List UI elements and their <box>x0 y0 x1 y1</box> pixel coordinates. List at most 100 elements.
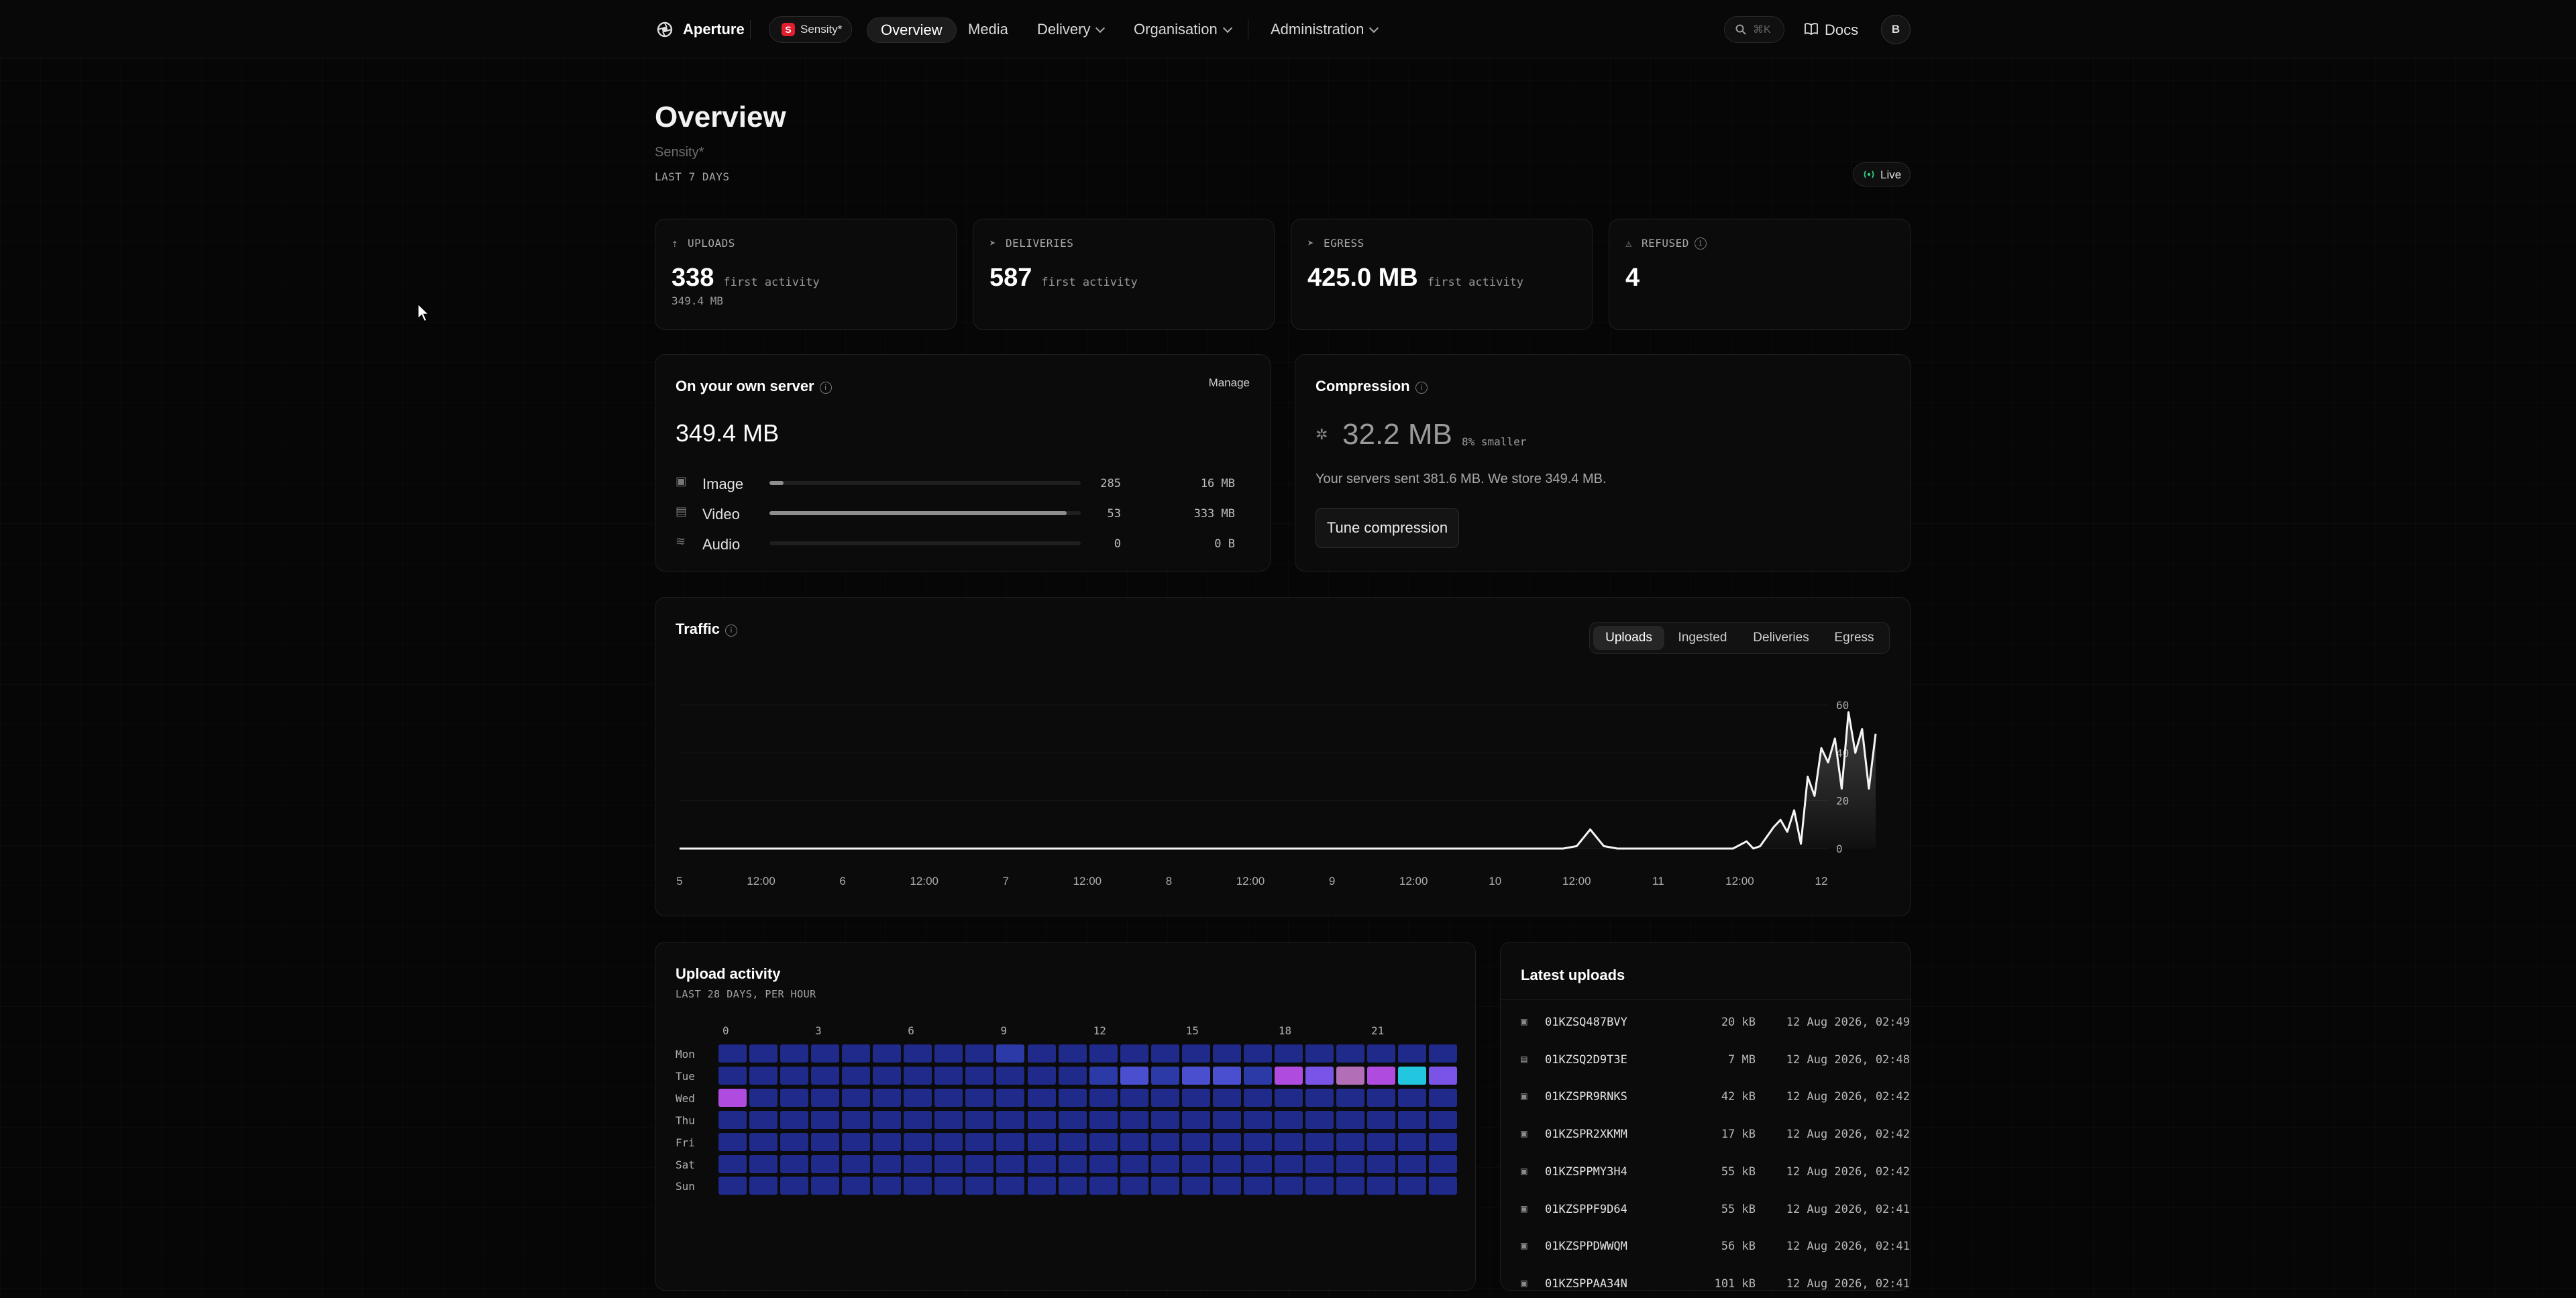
heatmap-cell[interactable] <box>780 1044 809 1063</box>
heatmap-cell[interactable] <box>1027 1066 1056 1085</box>
heatmap-cell[interactable] <box>749 1154 778 1173</box>
heatmap-cell[interactable] <box>873 1154 902 1173</box>
heatmap-cell[interactable] <box>1120 1110 1148 1129</box>
upload-row[interactable]: ▣ 01KZSPPMY3H4 55 kB 12 Aug 2026, 02:42 <box>1521 1159 1910 1186</box>
heatmap-cell[interactable] <box>1089 1132 1118 1151</box>
heatmap-cell[interactable] <box>1027 1110 1056 1129</box>
heatmap-cell[interactable] <box>780 1066 809 1085</box>
heatmap-cell[interactable] <box>811 1177 840 1195</box>
heatmap-cell[interactable] <box>1058 1066 1087 1085</box>
heatmap-cell[interactable] <box>1398 1044 1427 1063</box>
heatmap-cell[interactable] <box>965 1066 994 1085</box>
heatmap-cell[interactable] <box>1398 1132 1427 1151</box>
heatmap-cell[interactable] <box>996 1154 1025 1173</box>
heatmap-cell[interactable] <box>1027 1088 1056 1107</box>
heatmap-cell[interactable] <box>842 1132 871 1151</box>
heatmap-cell[interactable] <box>904 1044 932 1063</box>
media-row-image[interactable]: ▣ Image 285 16 MB <box>676 472 1235 496</box>
heatmap-cell[interactable] <box>904 1066 932 1085</box>
heatmap-cell[interactable] <box>1274 1132 1303 1151</box>
heatmap-cell[interactable] <box>965 1154 994 1173</box>
heatmap-cell[interactable] <box>1212 1132 1241 1151</box>
upload-row[interactable]: ▣ 01KZSPR9RNKS 42 kB 12 Aug 2026, 02:42 <box>1521 1084 1910 1111</box>
heatmap-cell[interactable] <box>749 1177 778 1195</box>
heatmap-cell[interactable] <box>873 1088 902 1107</box>
nav-overview[interactable]: Overview <box>867 17 957 43</box>
heatmap-cell[interactable] <box>1243 1066 1272 1085</box>
heatmap-cell[interactable] <box>1181 1066 1210 1085</box>
heatmap-cell[interactable] <box>996 1066 1025 1085</box>
heatmap-cell[interactable] <box>1150 1088 1179 1107</box>
heatmap-cell[interactable] <box>1212 1110 1241 1129</box>
nav-organisation[interactable]: Organisation <box>1134 17 1232 42</box>
heatmap-cell[interactable] <box>1181 1110 1210 1129</box>
upload-row[interactable]: ▤ 01KZSQ2D9T3E 7 MB 12 Aug 2026, 02:48 <box>1521 1047 1910 1074</box>
heatmap-cell[interactable] <box>1274 1088 1303 1107</box>
heatmap-cell[interactable] <box>1429 1044 1458 1063</box>
heatmap-cell[interactable] <box>1089 1110 1118 1129</box>
heatmap-cell[interactable] <box>1243 1088 1272 1107</box>
heatmap-cell[interactable] <box>904 1132 932 1151</box>
heatmap-cell[interactable] <box>1243 1044 1272 1063</box>
heatmap-cell[interactable] <box>1243 1110 1272 1129</box>
heatmap-cell[interactable] <box>1305 1088 1334 1107</box>
heatmap-cell[interactable] <box>1150 1177 1179 1195</box>
heatmap-cell[interactable] <box>1367 1132 1396 1151</box>
heatmap-cell[interactable] <box>1274 1177 1303 1195</box>
upload-row[interactable]: ▣ 01KZSPPAA34N 101 kB 12 Aug 2026, 02:41 <box>1521 1271 1910 1298</box>
heatmap-cell[interactable] <box>934 1066 963 1085</box>
heatmap-cell[interactable] <box>718 1110 747 1129</box>
heatmap-cell[interactable] <box>934 1177 963 1195</box>
media-row-video[interactable]: ▤ Video 53 333 MB <box>676 502 1235 526</box>
heatmap-cell[interactable] <box>1058 1088 1087 1107</box>
heatmap-cell[interactable] <box>934 1088 963 1107</box>
heatmap-cell[interactable] <box>1398 1154 1427 1173</box>
heatmap-cell[interactable] <box>1027 1154 1056 1173</box>
heatmap-cell[interactable] <box>1120 1154 1148 1173</box>
heatmap-cell[interactable] <box>1398 1066 1427 1085</box>
heatmap-cell[interactable] <box>749 1066 778 1085</box>
heatmap-cell[interactable] <box>1243 1132 1272 1151</box>
heatmap-cell[interactable] <box>1429 1154 1458 1173</box>
heatmap-cell[interactable] <box>718 1154 747 1173</box>
heatmap-cell[interactable] <box>1058 1110 1087 1129</box>
heatmap-cell[interactable] <box>1150 1066 1179 1085</box>
heatmap-cell[interactable] <box>1181 1088 1210 1107</box>
heatmap-cell[interactable] <box>811 1110 840 1129</box>
heatmap-cell[interactable] <box>1305 1132 1334 1151</box>
heatmap-cell[interactable] <box>1336 1088 1364 1107</box>
heatmap-cell[interactable] <box>811 1132 840 1151</box>
heatmap-cell[interactable] <box>1027 1132 1056 1151</box>
heatmap-cell[interactable] <box>1367 1088 1396 1107</box>
heatmap-cell[interactable] <box>904 1110 932 1129</box>
heatmap-cell[interactable] <box>1429 1066 1458 1085</box>
heatmap-cell[interactable] <box>718 1088 747 1107</box>
nav-media[interactable]: Media <box>968 17 1008 42</box>
heatmap-cell[interactable] <box>873 1132 902 1151</box>
heatmap-cell[interactable] <box>1274 1066 1303 1085</box>
heatmap-cell[interactable] <box>1089 1177 1118 1195</box>
heatmap-cell[interactable] <box>965 1132 994 1151</box>
heatmap-cell[interactable] <box>1305 1154 1334 1173</box>
heatmap-cell[interactable] <box>718 1044 747 1063</box>
heatmap-cell[interactable] <box>873 1066 902 1085</box>
heatmap-cell[interactable] <box>842 1177 871 1195</box>
heatmap-cell[interactable] <box>873 1177 902 1195</box>
heatmap-cell[interactable] <box>1336 1066 1364 1085</box>
heatmap-cell[interactable] <box>1367 1044 1396 1063</box>
upload-row[interactable]: ▣ 01KZSPPF9D64 55 kB 12 Aug 2026, 02:41 <box>1521 1197 1910 1224</box>
stat-card-egress[interactable]: ➤ EGRESS 425.0 MB first activity <box>1291 219 1593 330</box>
heatmap-cell[interactable] <box>749 1132 778 1151</box>
heatmap-cell[interactable] <box>1274 1110 1303 1129</box>
heatmap-cell[interactable] <box>1429 1088 1458 1107</box>
heatmap-cell[interactable] <box>996 1110 1025 1129</box>
heatmap-cell[interactable] <box>1120 1044 1148 1063</box>
heatmap-cell[interactable] <box>1120 1088 1148 1107</box>
heatmap-cell[interactable] <box>904 1088 932 1107</box>
user-avatar[interactable]: B <box>1881 15 1911 44</box>
heatmap-cell[interactable] <box>811 1066 840 1085</box>
heatmap-cell[interactable] <box>749 1044 778 1063</box>
heatmap-cell[interactable] <box>1181 1132 1210 1151</box>
heatmap-cell[interactable] <box>1150 1132 1179 1151</box>
heatmap-cell[interactable] <box>1181 1177 1210 1195</box>
